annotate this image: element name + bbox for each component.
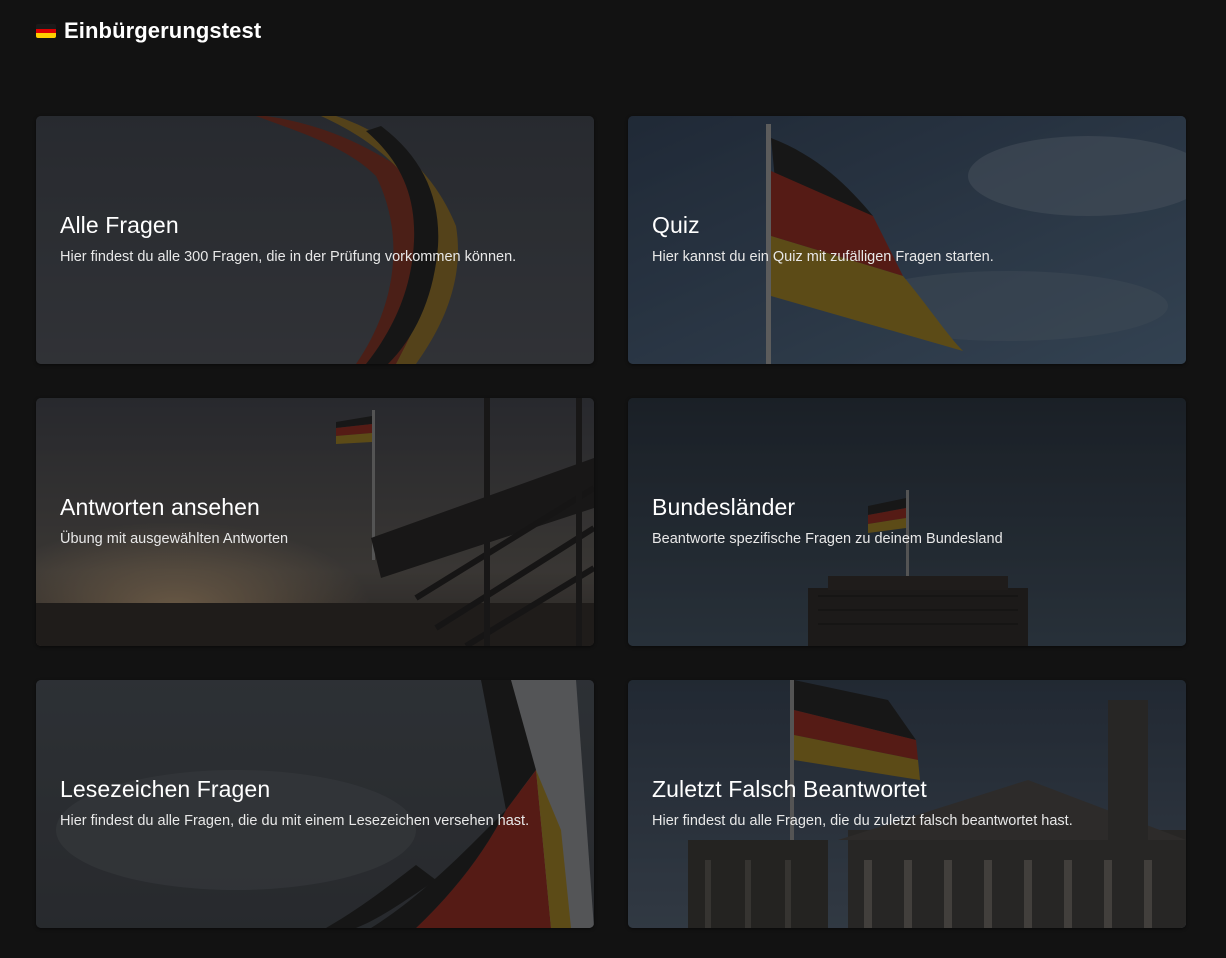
app-title: Einbürgerungstest (64, 18, 262, 43)
card-antworten-ansehen[interactable]: Antworten ansehen Übung mit ausgewählten… (36, 398, 594, 646)
card-description: Hier findest du alle 300 Fragen, die in … (60, 249, 517, 265)
card-content: Lesezeichen Fragen Hier findest du alle … (60, 680, 546, 928)
card-title: Antworten ansehen (60, 494, 260, 520)
card-title: Bundesländer (652, 494, 796, 520)
card-title: Alle Fragen (60, 212, 179, 238)
card-content: Bundesländer Beantworte spezifische Frag… (652, 398, 1138, 646)
app-header: Einbürgerungstest (36, 16, 261, 46)
card-content: Alle Fragen Hier findest du alle 300 Fra… (60, 116, 546, 364)
card-title: Zuletzt Falsch Beantwortet (652, 776, 927, 802)
card-lesezeichen-fragen[interactable]: Lesezeichen Fragen Hier findest du alle … (36, 680, 594, 928)
card-zuletzt-falsch-beantwortet[interactable]: Zuletzt Falsch Beantwortet Hier findest … (628, 680, 1186, 928)
card-description: Hier findest du alle Fragen, die du zule… (652, 813, 1073, 829)
card-description: Beantworte spezifische Fragen zu deinem … (652, 531, 1003, 547)
app-root: Einbürgerungstest Alle Fragen Hier finde… (0, 0, 1226, 958)
german-flag-icon (36, 24, 56, 38)
menu-grid: Alle Fragen Hier findest du alle 300 Fra… (36, 116, 1186, 928)
card-description: Hier kannst du ein Quiz mit zufälligen F… (652, 249, 994, 265)
card-title: Quiz (652, 212, 700, 238)
card-description: Hier findest du alle Fragen, die du mit … (60, 813, 530, 829)
card-alle-fragen[interactable]: Alle Fragen Hier findest du alle 300 Fra… (36, 116, 594, 364)
card-content: Zuletzt Falsch Beantwortet Hier findest … (652, 680, 1138, 928)
card-content: Antworten ansehen Übung mit ausgewählten… (60, 398, 546, 646)
card-title: Lesezeichen Fragen (60, 776, 271, 802)
card-description: Übung mit ausgewählten Antworten (60, 531, 289, 547)
card-quiz[interactable]: Quiz Hier kannst du ein Quiz mit zufälli… (628, 116, 1186, 364)
card-bundeslaender[interactable]: Bundesländer Beantworte spezifische Frag… (628, 398, 1186, 646)
card-content: Quiz Hier kannst du ein Quiz mit zufälli… (652, 116, 1138, 364)
